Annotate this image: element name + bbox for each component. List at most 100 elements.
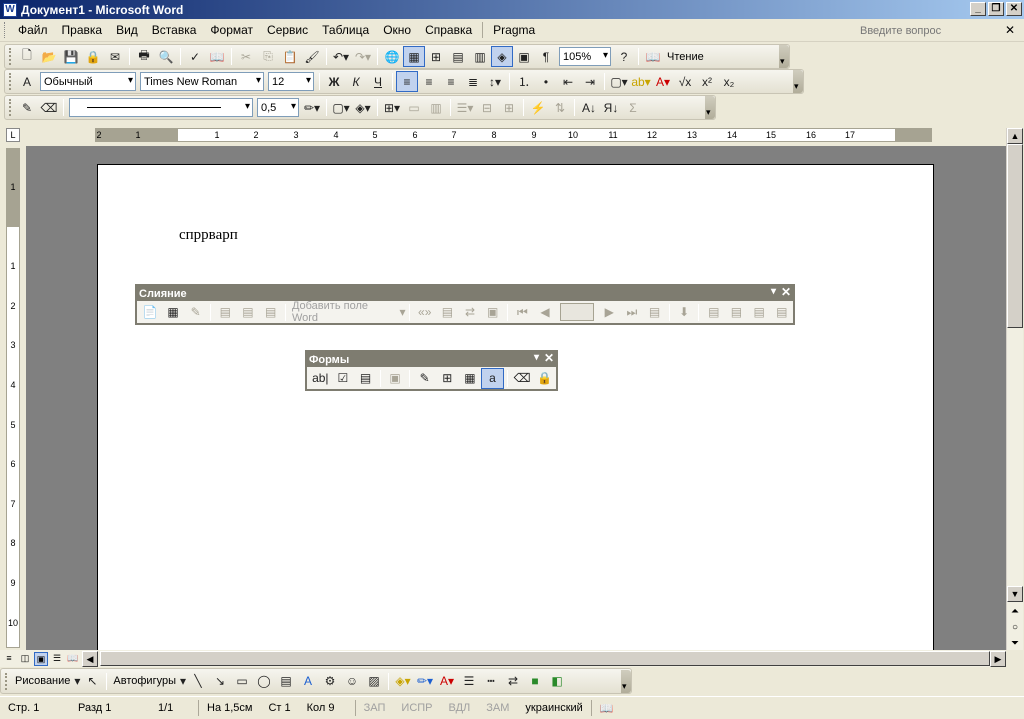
web-layout-icon[interactable]: ◫ bbox=[18, 652, 32, 666]
status-overtype[interactable]: ЗАМ bbox=[478, 702, 517, 714]
next-page-icon[interactable]: ⏷ bbox=[1007, 636, 1023, 652]
sort-ascending-icon[interactable]: A↓ bbox=[578, 97, 600, 118]
arrow-style-icon[interactable]: ⇄ bbox=[502, 671, 524, 692]
status-pages[interactable]: 1/1 bbox=[150, 702, 198, 714]
checkbox-form-field-icon[interactable]: ☑ bbox=[332, 368, 355, 389]
font-dropdown[interactable]: Times New Roman bbox=[140, 72, 264, 91]
insert-table-icon[interactable]: ⊞ bbox=[436, 368, 459, 389]
toolbar-grip[interactable] bbox=[9, 73, 13, 90]
menu-grip[interactable] bbox=[4, 22, 7, 38]
main-document-setup-icon[interactable]: 📄 bbox=[139, 302, 162, 323]
menu-view[interactable]: Вид bbox=[109, 21, 145, 39]
toolbar-close-icon[interactable]: ✕ bbox=[544, 351, 554, 365]
restore-button[interactable]: ❐ bbox=[988, 2, 1004, 16]
view-merged-data-icon[interactable]: «» bbox=[413, 302, 436, 323]
phonetic-guide-icon[interactable]: √x bbox=[674, 71, 696, 92]
show-hide-icon[interactable]: ¶ bbox=[535, 46, 557, 67]
menu-window[interactable]: Окно bbox=[376, 21, 418, 39]
tab-selector[interactable]: L bbox=[6, 128, 20, 142]
select-browse-object-icon[interactable]: ○ bbox=[1007, 620, 1023, 636]
align-center-icon[interactable]: ≡ bbox=[418, 71, 440, 92]
autoshapes-menu[interactable]: Автофигуры bbox=[110, 675, 179, 687]
close-document-icon[interactable]: ✕ bbox=[1005, 23, 1015, 37]
line-tool-icon[interactable]: ╲ bbox=[187, 671, 209, 692]
style-dropdown[interactable]: Обычный bbox=[40, 72, 136, 91]
redo-icon[interactable]: ↷▾ bbox=[352, 46, 374, 67]
form-field-shading-icon[interactable]: a bbox=[481, 367, 504, 389]
toolbar-options-chevron[interactable] bbox=[621, 669, 631, 693]
check-errors-icon[interactable]: ⬇ bbox=[673, 302, 696, 323]
outline-view-icon[interactable]: ☰ bbox=[50, 652, 64, 666]
line-style-dropdown[interactable] bbox=[69, 98, 253, 117]
menu-format[interactable]: Формат bbox=[203, 21, 260, 39]
merge-to-new-document-icon[interactable]: ▤ bbox=[702, 302, 725, 323]
status-line[interactable]: Ст 1 bbox=[260, 702, 298, 714]
columns-icon[interactable]: ▥ bbox=[469, 46, 491, 67]
menu-pragma[interactable]: Pragma bbox=[486, 21, 542, 39]
italic-icon[interactable]: К bbox=[345, 71, 367, 92]
undo-icon[interactable]: ↶▾ bbox=[330, 46, 352, 67]
numbering-icon[interactable]: ⒈ bbox=[513, 71, 535, 92]
distribute-columns-icon[interactable]: ⊞ bbox=[498, 97, 520, 118]
insert-word-field-dropdown[interactable]: Добавить поле Word bbox=[289, 300, 399, 324]
paste-icon[interactable]: 📋 bbox=[279, 46, 301, 67]
font-color-icon[interactable]: A▾ bbox=[652, 71, 674, 92]
print-icon[interactable]: 🖶 bbox=[133, 46, 155, 67]
scroll-up-icon[interactable]: ▲ bbox=[1007, 128, 1023, 144]
highlight-fields-icon[interactable]: ▤ bbox=[436, 302, 459, 323]
find-entry-icon[interactable]: ▤ bbox=[643, 302, 666, 323]
distribute-rows-icon[interactable]: ⊟ bbox=[476, 97, 498, 118]
insert-greeting-icon[interactable]: ▤ bbox=[237, 302, 260, 323]
close-button[interactable]: ✕ bbox=[1006, 2, 1022, 16]
border-color-icon[interactable]: ✏▾ bbox=[301, 97, 323, 118]
outside-border-icon[interactable]: ▢▾ bbox=[330, 97, 352, 118]
merge-cells-icon[interactable]: ▭ bbox=[403, 97, 425, 118]
line-weight-dropdown[interactable]: 0,5 bbox=[257, 98, 299, 117]
forms-toolbar-titlebar[interactable]: Формы ▾ ✕ bbox=[307, 351, 556, 367]
font-size-dropdown[interactable]: 12 bbox=[268, 72, 314, 91]
minimize-button[interactable]: _ bbox=[970, 2, 986, 16]
go-to-record-field[interactable] bbox=[560, 303, 594, 321]
insert-excel-icon[interactable]: ▤ bbox=[447, 46, 469, 67]
open-folder-icon[interactable]: 📂 bbox=[38, 46, 60, 67]
vertical-scroll-thumb[interactable] bbox=[1007, 144, 1023, 328]
previous-page-icon[interactable]: ⏶ bbox=[1007, 604, 1023, 620]
shadow-style-icon[interactable]: ■ bbox=[524, 671, 546, 692]
bold-icon[interactable]: Ж bbox=[323, 71, 345, 92]
spelling-icon[interactable]: ✓ bbox=[184, 46, 206, 67]
copy-icon[interactable]: ⎘ bbox=[257, 46, 279, 67]
highlight-icon[interactable]: ab▾ bbox=[630, 71, 652, 92]
line-color-icon[interactable]: ✏▾ bbox=[414, 671, 436, 692]
menu-table[interactable]: Таблица bbox=[315, 21, 376, 39]
toolbar-grip[interactable] bbox=[5, 672, 9, 690]
insert-table-icon[interactable]: ⊞ bbox=[425, 46, 447, 67]
status-extend-selection[interactable]: ВДЛ bbox=[441, 702, 479, 714]
vertical-scrollbar[interactable]: ▲ ▼ ⏶ ○ ⏷ bbox=[1006, 128, 1023, 650]
insert-address-block-icon[interactable]: ▤ bbox=[214, 302, 237, 323]
permission-icon[interactable]: 🔒 bbox=[82, 46, 104, 67]
first-record-icon[interactable]: ⏮ bbox=[511, 302, 534, 323]
increase-indent-icon[interactable]: ⇥ bbox=[579, 71, 601, 92]
styles-formatting-icon[interactable]: A bbox=[16, 71, 38, 92]
dash-style-icon[interactable]: ┅ bbox=[480, 671, 502, 692]
autosum-icon[interactable]: Σ bbox=[622, 97, 644, 118]
text-box-icon[interactable]: ▤ bbox=[275, 671, 297, 692]
text-form-field-icon[interactable]: ab| bbox=[309, 368, 332, 389]
normal-view-icon[interactable]: ≡ bbox=[2, 652, 16, 666]
previous-record-icon[interactable]: ◀ bbox=[534, 302, 557, 323]
toolbar-options-icon[interactable]: ▾ bbox=[534, 352, 539, 363]
status-column[interactable]: Кол 9 bbox=[299, 702, 355, 714]
document-map-icon[interactable]: ▣ bbox=[513, 46, 535, 67]
select-objects-icon[interactable]: ↖ bbox=[81, 671, 103, 692]
dropdown-form-field-icon[interactable]: ▤ bbox=[354, 368, 377, 389]
menu-tools[interactable]: Сервис bbox=[260, 21, 315, 39]
insert-merge-fields-icon[interactable]: ▤ bbox=[259, 302, 282, 323]
status-page[interactable]: Стр. 1 bbox=[0, 702, 70, 714]
new-document-icon[interactable]: 🗋 bbox=[16, 46, 38, 67]
status-track-changes[interactable]: ИСПР bbox=[393, 702, 440, 714]
toolbar-grip[interactable] bbox=[9, 99, 13, 116]
document-page[interactable]: спррварп bbox=[97, 164, 934, 650]
subscript-icon[interactable]: x₂ bbox=[718, 71, 740, 92]
clip-art-icon[interactable]: ☺ bbox=[341, 671, 363, 692]
merge-to-printer-icon[interactable]: ▤ bbox=[725, 302, 748, 323]
